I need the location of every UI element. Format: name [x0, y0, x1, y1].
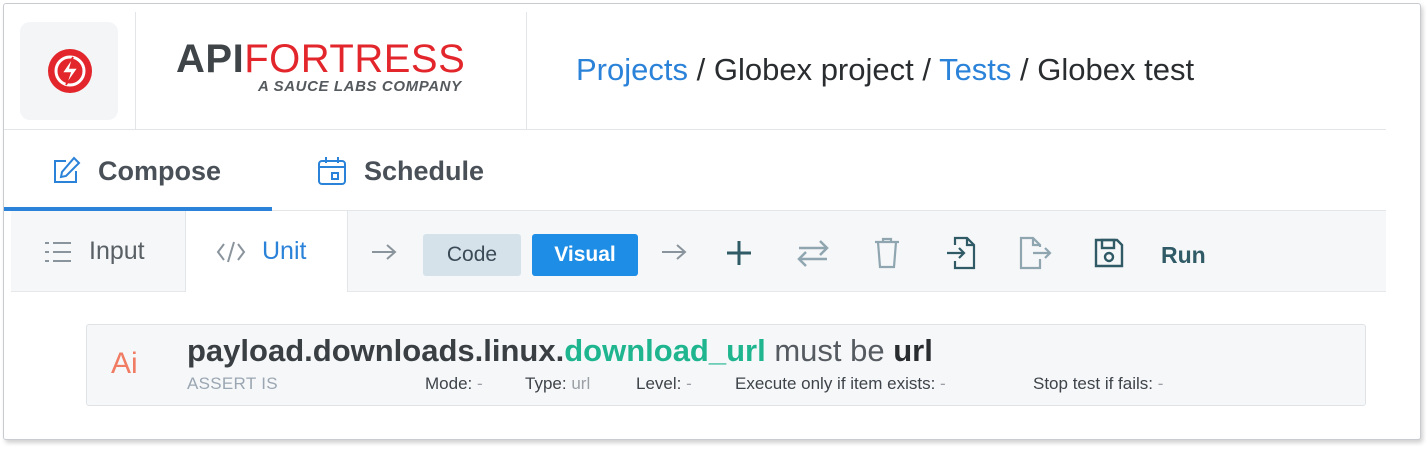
brand-subtitle: A SAUCE LABS COMPANY [258, 78, 462, 95]
subtab-unit[interactable]: Unit [185, 211, 348, 292]
meta-exists-label: Execute only if item exists: [735, 374, 936, 393]
tab-schedule-label: Schedule [364, 155, 485, 186]
tab-schedule[interactable]: Schedule [316, 131, 484, 211]
brand-title-bold: API [176, 37, 245, 81]
run-button[interactable]: Run [1161, 237, 1206, 273]
assert-is-icon: Ai [111, 347, 138, 380]
meta-level-value: - [686, 374, 692, 393]
top-header: APIFORTRESS A SAUCE LABS COMPANY Project… [4, 4, 1386, 130]
assertion-kind: ASSERT IS [187, 374, 278, 393]
arrow-right-icon [662, 244, 687, 260]
subtab-input[interactable]: Input [11, 211, 185, 292]
header-divider [526, 12, 527, 130]
assertion-expression: payload.downloads.linux.download_url mus… [187, 333, 933, 369]
add-icon[interactable] [721, 235, 757, 271]
assertion-type: url [893, 333, 933, 368]
meta-type-value: url [571, 374, 591, 393]
meta-type: Type: url [525, 374, 590, 394]
swap-icon[interactable] [795, 235, 831, 271]
brand-title: APIFORTRESS [176, 38, 465, 80]
arrow-right-icon [372, 244, 397, 260]
app-window: APIFORTRESS A SAUCE LABS COMPANY Project… [3, 3, 1421, 440]
meta-mode: Mode: - [425, 374, 483, 394]
export-icon[interactable] [1017, 235, 1053, 271]
calendar-icon [318, 157, 346, 185]
breadcrumb-test-name: Globex test [1037, 52, 1195, 87]
save-icon[interactable] [1091, 235, 1127, 271]
meta-mode-label: Mode: [425, 374, 473, 393]
breadcrumb-separator: / [696, 52, 706, 87]
list-icon [45, 241, 71, 262]
trash-icon[interactable] [869, 235, 905, 271]
import-icon[interactable] [943, 235, 979, 271]
meta-level-label: Level: [636, 374, 682, 393]
tab-compose-label: Compose [98, 155, 222, 186]
brand-logo: APIFORTRESS A SAUCE LABS COMPANY [176, 38, 465, 95]
meta-execute-if-exists: Execute only if item exists: - [735, 374, 946, 394]
breadcrumb-separator: / [922, 52, 931, 87]
breadcrumb-separator: / [1020, 52, 1029, 87]
meta-type-label: Type: [525, 374, 567, 393]
meta-mode-value: - [476, 374, 483, 393]
assertion-key: download_url [564, 333, 766, 368]
meta-stop-value: - [1157, 374, 1164, 393]
header-divider [135, 12, 136, 130]
meta-exists-value: - [940, 374, 946, 393]
tab-compose[interactable]: Compose [50, 131, 221, 211]
assertion-path: payload.downloads.linux. [187, 333, 565, 368]
code-mode-button[interactable]: Code [423, 234, 521, 276]
main-tabs: Compose Schedule [4, 131, 1386, 211]
subtab-unit-label: Unit [262, 237, 307, 265]
assertion-row[interactable]: Ai payload.downloads.linux.download_url … [86, 324, 1366, 406]
meta-level: Level: - [636, 374, 692, 394]
lightning-logo-icon [48, 49, 92, 93]
subtab-input-label: Input [89, 237, 145, 265]
edit-icon [54, 156, 81, 183]
editor-toolbar: Input Unit Code Visual Run [11, 211, 1386, 292]
breadcrumb-project-name: Globex project [713, 52, 914, 87]
breadcrumb: Projects / Globex project / Tests / Glob… [576, 52, 1194, 88]
breadcrumb-projects[interactable]: Projects [576, 52, 688, 87]
brand-title-light: FORTRESS [244, 37, 466, 81]
logo-tile[interactable] [20, 22, 118, 120]
visual-mode-button[interactable]: Visual [532, 234, 638, 276]
assertion-verb: must be [774, 333, 885, 368]
breadcrumb-tests[interactable]: Tests [939, 52, 1011, 87]
meta-stop-if-fails: Stop test if fails: - [1033, 374, 1163, 394]
code-icon [216, 241, 246, 262]
meta-stop-label: Stop test if fails: [1033, 374, 1153, 393]
